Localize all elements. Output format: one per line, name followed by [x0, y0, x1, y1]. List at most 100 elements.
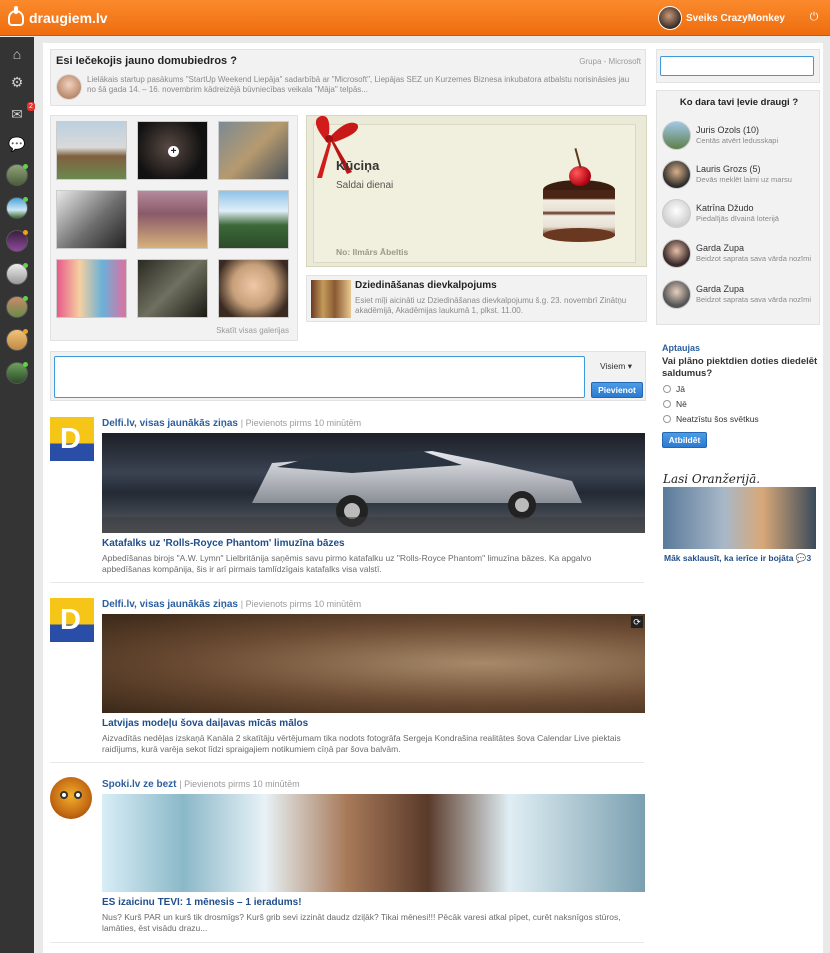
post-image[interactable]: ⟳	[102, 614, 645, 713]
online-dot	[23, 164, 28, 169]
online-dot	[23, 296, 28, 301]
mail-icon[interactable]: ✉ 2	[8, 102, 35, 123]
friend-name[interactable]: Garda Zupa	[696, 284, 744, 294]
post-source-name[interactable]: Delfi.lv, visas jaunākās ziņas	[102, 418, 238, 429]
promo-caption-text[interactable]: Māk saklausīt, ka ierīce ir bojāta	[664, 553, 793, 563]
friend-activity-item[interactable]: Lauris Grozs (5) Devās meklēt laimi uz m…	[662, 157, 820, 195]
friend-name[interactable]: Garda Zupa	[696, 243, 744, 253]
post-title[interactable]: Latvijas modeļu šova daiļavas mīcās mālo…	[102, 718, 308, 729]
friends-activity-title: Ko dara tavi ļevie draugi ?	[679, 97, 799, 108]
poll-question: Vai plāno piektdien doties diedelēt sald…	[662, 356, 818, 379]
friend-name[interactable]: Lauris Grozs (5)	[696, 164, 761, 174]
delfi-logo[interactable]: D	[50, 598, 94, 642]
post-divider	[50, 942, 644, 943]
radio-icon[interactable]	[663, 400, 671, 408]
friend-avatar	[662, 121, 691, 150]
delfi-logo[interactable]: D	[50, 417, 94, 461]
gallery-thumb[interactable]	[56, 190, 127, 249]
group-card-title[interactable]: Esi Iečekojis jauno domubiedros ?	[56, 55, 237, 67]
gallery-thumb[interactable]	[218, 259, 289, 318]
post-image[interactable]	[102, 433, 645, 533]
group-card[interactable]: Esi Iečekojis jauno domubiedros ? Grupa …	[50, 49, 646, 106]
poll-option[interactable]: Neatzīstu šos svētkus	[663, 414, 759, 424]
post-source-name[interactable]: Delfi.lv, visas jaunākās ziņas	[102, 599, 238, 610]
status-input[interactable]	[54, 356, 585, 398]
user-menu[interactable]: Sveiks CrazyMonkey	[658, 6, 785, 30]
user-greeting: Sveiks CrazyMonkey	[686, 12, 785, 24]
audience-dropdown[interactable]: Visiem ▾	[600, 361, 632, 372]
online-dot	[23, 362, 28, 367]
post-source-name[interactable]: Spoki.lv ze bezt	[102, 779, 176, 790]
friend-activity-item[interactable]: Katrīna Džudo Piedalījās dīvainā loterij…	[662, 196, 820, 234]
user-avatar	[658, 6, 682, 30]
logo-text: draugiem.lv	[29, 10, 108, 26]
gift-subtitle: Saldai dienai	[336, 180, 394, 191]
gallery-thumb[interactable]	[218, 121, 289, 180]
group-card-text: Lielākais startup pasākums "StartUp Week…	[87, 75, 630, 94]
logout-icon[interactable]: ⏻	[808, 11, 820, 23]
post-time: | Pievienots pirms 10 minūtēm	[240, 418, 362, 428]
post-source[interactable]: Delfi.lv, visas jaunākās ziņas | Pievien…	[102, 599, 361, 610]
gallery-thumb[interactable]	[137, 259, 208, 318]
site-logo[interactable]: draugiem.lv	[8, 6, 108, 28]
publish-button[interactable]: Pievienot	[591, 382, 643, 398]
promo-image[interactable]	[663, 487, 816, 549]
poll-option[interactable]: Nē	[663, 399, 687, 409]
spoki-logo[interactable]	[50, 777, 92, 819]
settings-gear-icon[interactable]: ⚙	[8, 73, 26, 91]
radio-icon[interactable]	[663, 385, 671, 393]
friend-avatar	[662, 199, 691, 228]
friend-activity-item[interactable]: Garda Zupa Beidzot saprata sava vārda no…	[662, 236, 820, 274]
friend-status: Beidzot saprata sava vārda nozīmi	[696, 254, 812, 263]
friend-avatar	[662, 239, 691, 268]
gallery-thumb[interactable]	[137, 190, 208, 249]
post-source[interactable]: Delfi.lv, visas jaunākās ziņas | Pievien…	[102, 418, 361, 429]
post-source[interactable]: Spoki.lv ze bezt | Pievienots pirms 10 m…	[102, 779, 300, 790]
chat-bubble-icon[interactable]: 💬	[8, 135, 26, 153]
friend-name[interactable]: Juris Ozols (10)	[696, 125, 759, 135]
gallery-thumb[interactable]	[56, 259, 127, 318]
online-dot	[23, 263, 28, 268]
event-thumbnail	[311, 280, 351, 318]
friend-name[interactable]: Katrīna Džudo	[696, 203, 754, 213]
radio-icon[interactable]	[663, 415, 671, 423]
share-icon[interactable]: ⟳	[631, 616, 643, 628]
event-title[interactable]: Dziedināšanas dievkalpojums	[355, 280, 497, 291]
post-divider	[50, 762, 644, 763]
promo-caption[interactable]: Māk saklausīt, ka ierīce ir bojāta 💬3	[664, 553, 811, 564]
post-description: Apbedīšanas birojs "A.W. Lymn" Lielbritā…	[102, 553, 592, 574]
friend-status: Centās atvērt ledusskapi	[696, 136, 779, 145]
gift-card[interactable]: Kūciņa Saldai dienai No: Ilmārs Ābeltis	[306, 115, 647, 267]
friend-activity-item[interactable]: Juris Ozols (10) Centās atvērt ledusskap…	[662, 118, 820, 156]
post-image[interactable]	[102, 794, 645, 892]
gift-title: Kūciņa	[336, 158, 380, 173]
poll-option[interactable]: Jā	[663, 384, 685, 394]
gallery-card: + Skatīt visas galerijas	[50, 115, 298, 341]
event-card[interactable]: Dziedināšanas dievkalpojums Esiet mīļi a…	[306, 275, 647, 322]
friend-activity-item[interactable]: Garda Zupa Beidzot saprata sava vārda no…	[662, 277, 820, 315]
post-title[interactable]: ES izaicinu TEVI: 1 mēnesis – 1 ieradums…	[102, 897, 302, 908]
poll-option-label: Neatzīstu šos svētkus	[676, 414, 759, 424]
post-time: | Pievienots pirms 10 minūtēm	[240, 599, 362, 609]
post-time: | Pievienots pirms 10 minūtēm	[179, 779, 300, 789]
promo-logo[interactable]: Lasi Oranžerijā.	[663, 472, 760, 486]
gallery-thumb[interactable]	[56, 121, 127, 180]
mail-badge: 2	[27, 102, 35, 111]
friend-avatar	[662, 160, 691, 189]
audience-label: Visiem	[600, 361, 626, 371]
add-photo-icon[interactable]: +	[168, 146, 179, 157]
home-icon[interactable]: ⌂	[8, 45, 26, 63]
post-divider	[50, 582, 644, 583]
gallery-thumb[interactable]: +	[137, 121, 208, 180]
poll-submit-button[interactable]: Atbildēt	[662, 432, 707, 448]
post-title[interactable]: Katafalks uz 'Rolls-Royce Phantom' limuz…	[102, 538, 345, 549]
cake-icon	[539, 148, 619, 242]
online-dot	[23, 197, 28, 202]
gallery-more-link[interactable]: Skatīt visas galerijas	[216, 326, 289, 335]
comment-count[interactable]: 💬3	[796, 553, 811, 563]
search-input[interactable]	[660, 56, 814, 76]
friend-status: Piedalījās dīvainā loterijā	[696, 214, 779, 223]
composer: Visiem ▾ Pievienot	[50, 351, 646, 401]
poll-option-label: Jā	[676, 384, 685, 394]
gallery-thumb[interactable]	[218, 190, 289, 249]
